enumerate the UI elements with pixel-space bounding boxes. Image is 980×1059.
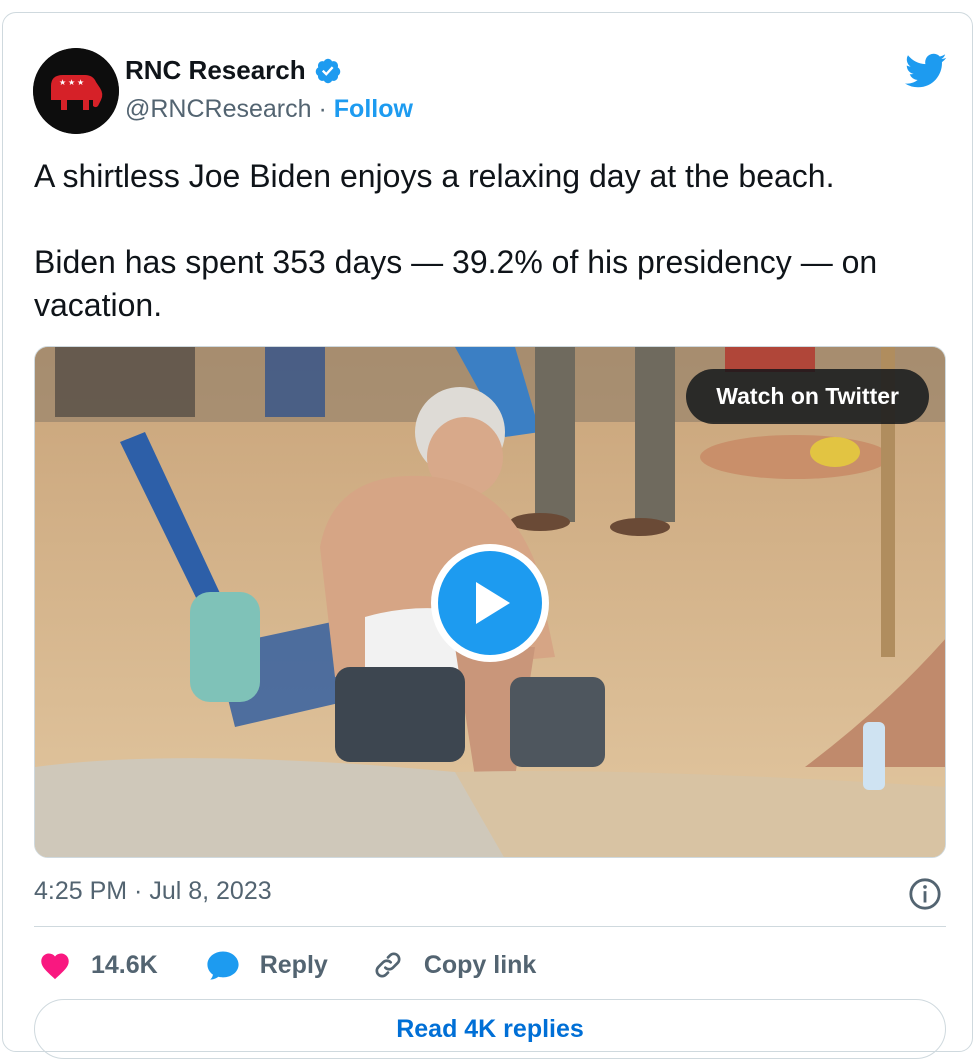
svg-text:★: ★ (68, 78, 75, 87)
reply-label: Reply (259, 950, 328, 979)
twitter-bird-icon[interactable] (905, 53, 947, 89)
tweet-line-2: Biden has spent 353 days — 39.2% of his … (34, 244, 878, 323)
copy-link-label: Copy link (423, 950, 537, 979)
divider (34, 926, 946, 927)
heart-icon (41, 953, 69, 980)
follow-link[interactable]: Follow (334, 95, 413, 123)
svg-text:★: ★ (77, 78, 84, 87)
svg-text:★: ★ (59, 78, 66, 87)
rnc-elephant-logo: ★ ★ ★ (33, 48, 119, 134)
play-button[interactable] (431, 544, 549, 662)
author-name-row[interactable]: RNC Research (125, 55, 342, 86)
handle-separator: · (318, 95, 327, 123)
video-media[interactable]: Watch on Twitter (34, 346, 946, 858)
author-handle[interactable]: @RNCResearch (125, 95, 312, 123)
like-count: 14.6K (91, 950, 158, 979)
tweet-timestamp[interactable]: 4:25 PM · Jul 8, 2023 (34, 877, 272, 906)
handle-row: @RNCResearch · Follow (125, 95, 413, 124)
verified-badge-icon (315, 58, 340, 83)
action-bar: 14.6K Reply Copy link (39, 945, 536, 985)
reply-bubble-icon (207, 951, 239, 980)
tweet-line-1: A shirtless Joe Biden enjoys a relaxing … (34, 158, 835, 194)
read-replies-button[interactable]: Read 4K replies (34, 999, 946, 1059)
link-icon (375, 952, 401, 978)
info-icon[interactable] (908, 877, 942, 911)
avatar[interactable]: ★ ★ ★ (33, 48, 119, 134)
like-action[interactable]: 14.6K (39, 950, 158, 980)
watch-on-twitter-button[interactable]: Watch on Twitter (686, 369, 929, 424)
tweet-embed-card: ★ ★ ★ RNC Research @RNCResearch · Follow… (2, 12, 973, 1059)
copy-link-action[interactable]: Copy link (372, 949, 537, 981)
reply-action[interactable]: Reply (206, 949, 328, 981)
author-name[interactable]: RNC Research (125, 55, 306, 86)
tweet-text: A shirtless Joe Biden enjoys a relaxing … (34, 155, 959, 327)
play-icon (476, 582, 510, 624)
